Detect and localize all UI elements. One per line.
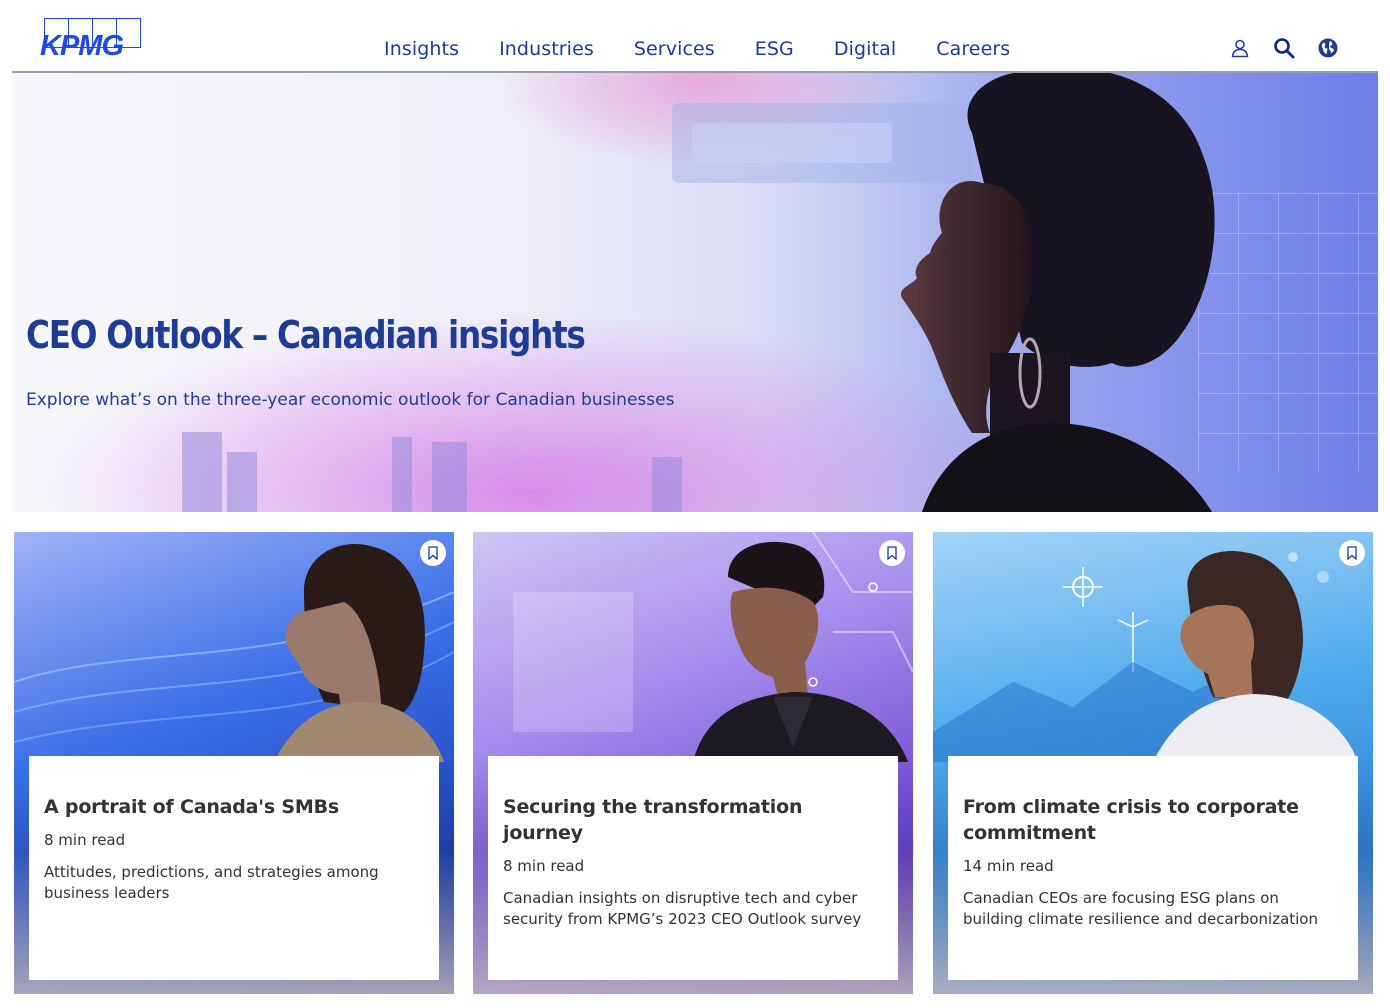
hero-bg-building — [652, 457, 682, 512]
nav-insights[interactable]: Insights — [384, 38, 459, 60]
search-icon[interactable] — [1272, 36, 1296, 60]
insight-card[interactable]: A portrait of Canada's SMBs 8 min read A… — [14, 532, 454, 994]
kpmg-logo[interactable]: KPMG — [40, 16, 144, 62]
card-portrait-image — [274, 544, 444, 762]
card-content: From climate crisis to corporate commitm… — [948, 756, 1358, 980]
hero-portrait-image — [900, 73, 1215, 512]
bookmark-icon[interactable] — [879, 540, 905, 566]
logo-text: KPMG — [40, 30, 124, 62]
card-content: Securing the transformation journey 8 mi… — [488, 756, 898, 980]
insight-card[interactable]: Securing the transformation journey 8 mi… — [473, 532, 913, 994]
card-title[interactable]: A portrait of Canada's SMBs — [44, 794, 424, 820]
nav-digital[interactable]: Digital — [834, 38, 896, 60]
user-icon[interactable] — [1228, 36, 1252, 60]
site-header: KPMG Insights Industries Services ESG Di… — [12, 0, 1378, 73]
card-portrait-image — [1153, 551, 1358, 762]
nav-industries[interactable]: Industries — [499, 38, 594, 60]
card-content: A portrait of Canada's SMBs 8 min read A… — [29, 756, 439, 980]
nav-esg[interactable]: ESG — [755, 38, 794, 60]
card-description: Canadian insights on disruptive tech and… — [503, 889, 862, 928]
bookmark-icon[interactable] — [420, 540, 446, 566]
card-title[interactable]: From climate crisis to corporate commitm… — [963, 794, 1343, 846]
hero-banner[interactable]: CEO Outlook – Canadian insights Explore … — [12, 73, 1378, 512]
card-description: Canadian CEOs are focusing ESG plans on … — [963, 889, 1318, 928]
card-description: Attitudes, predictions, and strategies a… — [44, 863, 379, 902]
card-portrait-image — [693, 541, 908, 762]
card-read-time: 14 min read — [963, 857, 1054, 875]
hero-bg-building — [227, 452, 257, 512]
insight-card[interactable]: From climate crisis to corporate commitm… — [933, 532, 1373, 994]
hero-title[interactable]: CEO Outlook – Canadian insights — [26, 313, 586, 357]
globe-icon[interactable] — [1316, 36, 1340, 60]
card-read-time: 8 min read — [503, 857, 585, 875]
header-icons — [1208, 36, 1340, 60]
card-read-time: 8 min read — [44, 831, 126, 849]
nav-services[interactable]: Services — [634, 38, 715, 60]
card-title[interactable]: Securing the transformation journey — [503, 794, 883, 846]
main-nav: Insights Industries Services ESG Digital… — [384, 38, 1010, 60]
nav-careers[interactable]: Careers — [936, 38, 1010, 60]
hero-subtitle: Explore what’s on the three-year economi… — [26, 390, 675, 410]
hero-bg-building — [432, 442, 467, 512]
hero-bg-building — [392, 437, 412, 512]
hero-bg-building — [182, 432, 222, 512]
bookmark-icon[interactable] — [1339, 540, 1365, 566]
